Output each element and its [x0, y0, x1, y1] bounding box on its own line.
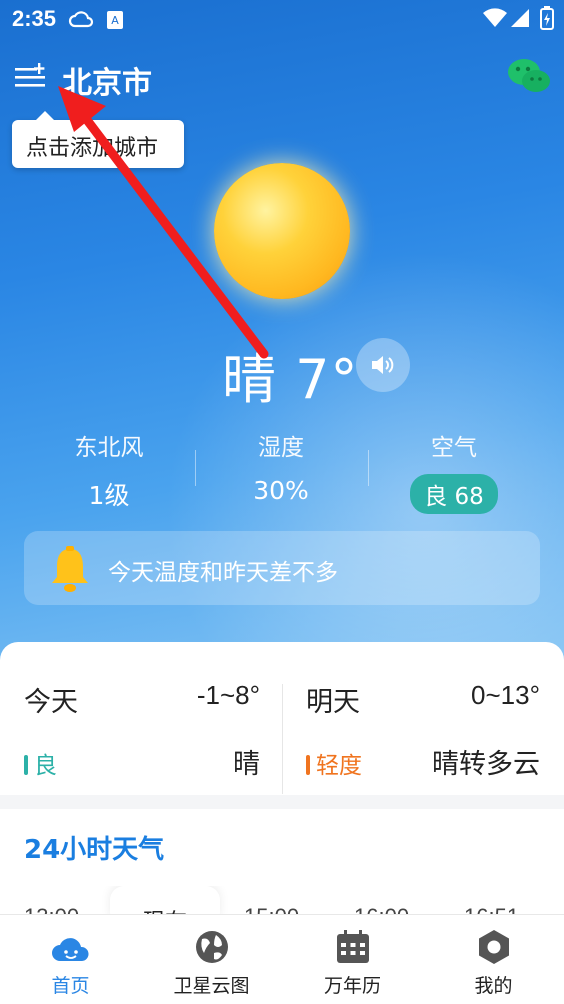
air-quality-label: 空气 — [431, 435, 477, 461]
forecast-condition: 晴转多云 — [432, 749, 540, 780]
forecast-tomorrow[interactable]: 明天 0~13° 轻度 晴转多云 — [306, 662, 540, 782]
globe-icon — [195, 931, 228, 963]
current-weather: 晴 7° — [222, 335, 359, 414]
sun-icon — [214, 163, 350, 299]
hour-item-now: 现在 — [110, 886, 220, 916]
nav-label: 万年历 — [323, 975, 381, 997]
forecast-condition: 晴 — [233, 749, 260, 780]
hourly-title: 24小时天气 — [24, 835, 165, 865]
forecast-aqi-label: 轻度 — [316, 753, 362, 779]
wechat-icon[interactable] — [506, 56, 552, 96]
nav-calendar[interactable]: 万年历 — [282, 915, 423, 1004]
forecast-aqi: 轻度 — [306, 746, 362, 780]
hourly-list[interactable]: 13:00 现在 15:00 16:00 16:51 — [0, 886, 564, 916]
voice-broadcast-button[interactable] — [356, 338, 410, 392]
forecast-today[interactable]: 今天 -1~8° 良 晴 — [24, 662, 260, 782]
wifi-icon — [483, 8, 507, 27]
notice-text: 今天温度和昨天差不多 — [108, 560, 338, 586]
current-temperature: 7° — [295, 348, 359, 411]
forecast-day: 明天 — [306, 687, 360, 718]
svg-text:A: A — [111, 14, 119, 27]
current-condition: 晴 — [222, 348, 277, 411]
bell-icon — [52, 546, 88, 592]
bottom-nav: 首页 卫星云图 万年历 我的 — [0, 914, 564, 1004]
wind-value: 1级 — [88, 481, 130, 510]
forecast-divider — [282, 684, 283, 794]
forecast-aqi-label: 良 — [34, 753, 57, 779]
add-city-tooltip[interactable]: 点击添加城市 — [12, 111, 184, 168]
cloud-status-icon — [68, 11, 94, 28]
weather-notice[interactable]: 今天温度和昨天差不多 — [24, 531, 540, 605]
nav-label: 首页 — [51, 975, 90, 997]
nav-label: 我的 — [474, 975, 513, 997]
nav-home[interactable]: 首页 — [0, 915, 141, 1004]
weather-stats: 东北风 1级 湿度 30% 空气 良 68 — [0, 428, 564, 514]
aqi-indicator — [306, 755, 310, 775]
calendar-icon — [336, 930, 369, 963]
city-name[interactable]: 北京市 — [62, 58, 152, 102]
wind-stat: 东北风 1级 — [24, 428, 194, 512]
air-quality-badge[interactable]: 良 68 — [410, 474, 498, 514]
nav-label: 卫星云图 — [173, 975, 250, 997]
daily-forecast: 今天 -1~8° 良 晴 明天 0~13° 轻度 晴转多云 — [0, 662, 564, 794]
nav-satellite[interactable]: 卫星云图 — [141, 915, 282, 1004]
humidity-stat: 湿度 30% — [196, 428, 366, 505]
signal-icon — [511, 9, 529, 27]
hexagon-icon — [478, 930, 509, 964]
humidity-label: 湿度 — [258, 435, 304, 461]
battery-icon — [540, 6, 554, 30]
forecast-temp: -1~8° — [196, 680, 260, 710]
wind-label: 东北风 — [74, 435, 144, 461]
forecast-day: 今天 — [24, 687, 78, 718]
header: 北京市 — [0, 50, 564, 110]
status-bar: 2:35 A — [0, 0, 564, 40]
app-notification-icon: A — [107, 11, 123, 29]
status-time: 2:35 — [12, 6, 57, 31]
humidity-value: 30% — [253, 476, 309, 505]
forecast-aqi: 良 — [24, 746, 57, 780]
speaker-icon — [372, 356, 394, 374]
city-menu-icon[interactable] — [14, 62, 48, 92]
tooltip-text: 点击添加城市 — [26, 136, 159, 161]
aqi-indicator — [24, 755, 28, 775]
nav-profile[interactable]: 我的 — [423, 915, 564, 1004]
air-quality-stat[interactable]: 空气 良 68 — [369, 428, 539, 514]
forecast-temp: 0~13° — [471, 680, 540, 710]
section-gap — [0, 795, 564, 809]
cloud-face-icon — [51, 938, 89, 961]
